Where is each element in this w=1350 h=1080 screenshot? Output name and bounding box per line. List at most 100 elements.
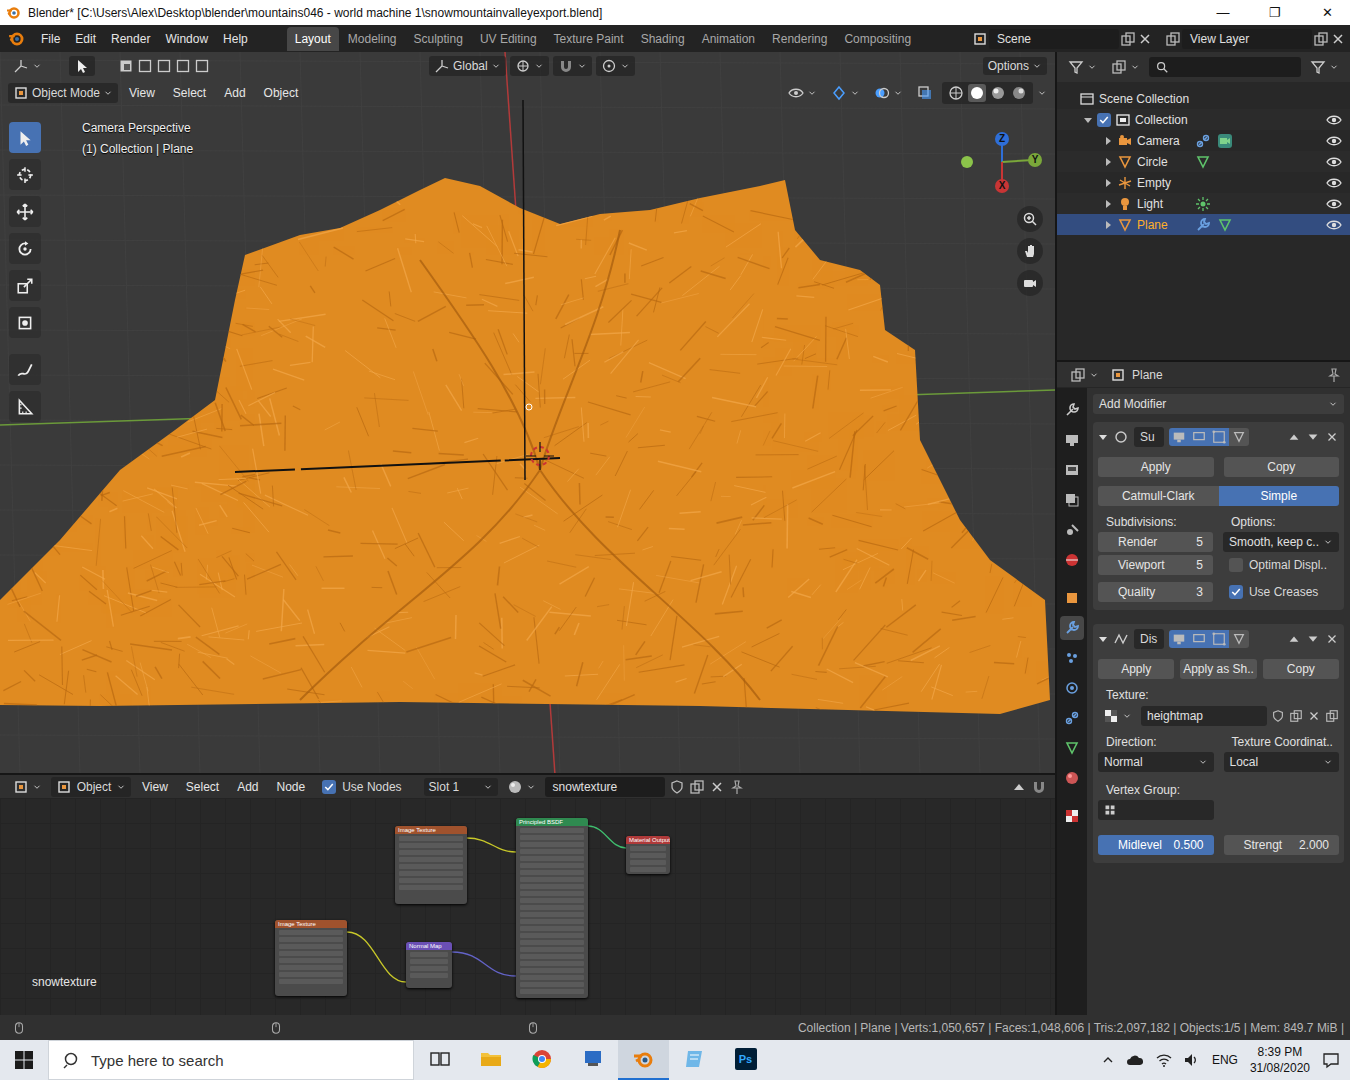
- expand-arrow-icon[interactable]: [1103, 178, 1113, 188]
- properties-tab[interactable]: [1060, 804, 1084, 828]
- toggle-button[interactable]: [1169, 630, 1189, 648]
- properties-tab[interactable]: [1060, 676, 1084, 700]
- shader-node[interactable]: Material Output: [626, 836, 670, 874]
- properties-tab[interactable]: [1060, 616, 1084, 640]
- transform-orientation-dropdown[interactable]: Global: [429, 56, 506, 76]
- display-mode-button[interactable]: [1106, 57, 1145, 77]
- chrome-taskbar-button[interactable]: [516, 1040, 567, 1080]
- outliner-row[interactable]: Circle: [1057, 151, 1350, 172]
- editor-type-button[interactable]: [8, 777, 47, 797]
- proportional-button[interactable]: [596, 56, 635, 76]
- editor-type-button[interactable]: [1065, 365, 1104, 385]
- scene-field[interactable]: Scene: [989, 29, 1119, 49]
- select-tool-button[interactable]: [69, 56, 95, 76]
- start-button[interactable]: [0, 1040, 48, 1080]
- photoshop-taskbar-button[interactable]: Ps: [720, 1040, 771, 1080]
- node-menu[interactable]: View: [135, 777, 175, 797]
- toggle-button[interactable]: [1209, 630, 1229, 648]
- app-taskbar-button[interactable]: [567, 1040, 618, 1080]
- snap-button[interactable]: [553, 56, 592, 76]
- editor-type-button[interactable]: [8, 56, 47, 76]
- workspace-tab[interactable]: Compositing: [836, 27, 919, 51]
- workspace-tab[interactable]: Rendering: [764, 27, 835, 51]
- modifier-name-field[interactable]: Dis: [1134, 629, 1164, 649]
- properties-tab[interactable]: [1060, 736, 1084, 760]
- expand-arrow-icon[interactable]: [1103, 136, 1113, 146]
- properties-tab[interactable]: [1060, 548, 1084, 572]
- collapse-arrow-icon[interactable]: [1098, 634, 1108, 644]
- viewport-menu[interactable]: View: [122, 83, 162, 103]
- checkbox[interactable]: [322, 780, 336, 794]
- taskbar-search[interactable]: Type here to search: [48, 1040, 414, 1080]
- shader-node[interactable]: Image Texture: [275, 920, 347, 996]
- number-field[interactable]: Viewport5: [1098, 555, 1213, 575]
- tool-button[interactable]: [9, 233, 41, 264]
- expand-arrow-icon[interactable]: [1103, 157, 1113, 167]
- workspace-tab[interactable]: Layout: [287, 27, 339, 51]
- camera-button[interactable]: [1017, 270, 1043, 296]
- menu-item[interactable]: Help: [216, 29, 255, 49]
- clock[interactable]: 8:39 PM31/08/2020: [1250, 1044, 1310, 1076]
- visibility-button[interactable]: [783, 83, 822, 103]
- viewport-menu[interactable]: Object: [257, 83, 306, 103]
- properties-tab[interactable]: [1060, 458, 1084, 482]
- tool-button[interactable]: [9, 196, 41, 227]
- properties-tab[interactable]: [1060, 488, 1084, 512]
- collapse-arrow-icon[interactable]: [1098, 432, 1108, 442]
- option-checkbox[interactable]: Use Creases: [1223, 582, 1339, 602]
- node-menu[interactable]: Add: [230, 777, 265, 797]
- task-view-taskbar-button[interactable]: [414, 1040, 465, 1080]
- shading-button[interactable]: [989, 84, 1007, 102]
- properties-tab[interactable]: [1060, 646, 1084, 670]
- subdivision-type-button[interactable]: Catmull-Clark: [1098, 486, 1219, 506]
- xray-button[interactable]: [912, 83, 938, 103]
- toggle-button[interactable]: [1229, 630, 1249, 648]
- subdivision-type-button[interactable]: Simple: [1219, 486, 1340, 506]
- tool-button[interactable]: [9, 122, 41, 153]
- visibility-eye-icon[interactable]: [1326, 112, 1342, 128]
- workspace-tab[interactable]: Animation: [694, 27, 763, 51]
- visibility-eye-icon[interactable]: [1326, 175, 1342, 191]
- expand-arrow-icon[interactable]: [1103, 199, 1113, 209]
- visibility-eye-icon[interactable]: [1326, 154, 1342, 170]
- properties-tab[interactable]: [1060, 706, 1084, 730]
- collection-checkbox[interactable]: [1097, 113, 1111, 127]
- option-checkbox[interactable]: Optimal Displ..: [1223, 555, 1339, 575]
- shader-node[interactable]: Image Texture: [395, 826, 467, 904]
- apply-shape-button[interactable]: Apply as Sh..: [1180, 659, 1256, 679]
- tool-button[interactable]: [9, 354, 41, 385]
- outliner-row[interactable]: Plane: [1057, 214, 1350, 235]
- material-browse[interactable]: [502, 777, 541, 797]
- toggle-button[interactable]: [1169, 428, 1189, 446]
- outliner-row[interactable]: Scene Collection: [1057, 88, 1350, 109]
- properties-tab[interactable]: [1060, 398, 1084, 422]
- toggle-button[interactable]: [1229, 428, 1249, 446]
- number-field[interactable]: Render5: [1098, 532, 1213, 552]
- node-menu[interactable]: Node: [270, 777, 313, 797]
- view-layer-field[interactable]: View Layer: [1182, 29, 1312, 49]
- workspace-tab[interactable]: Texture Paint: [546, 27, 632, 51]
- shader-type-dropdown[interactable]: Object: [51, 777, 131, 797]
- menu-item[interactable]: Render: [104, 29, 157, 49]
- checkbox[interactable]: [1229, 558, 1243, 572]
- outliner-row[interactable]: Empty: [1057, 172, 1350, 193]
- hand-button[interactable]: [1017, 238, 1043, 264]
- workspace-tab[interactable]: Modeling: [340, 27, 405, 51]
- midlevel-field[interactable]: Midlevel0.500: [1098, 835, 1214, 855]
- outliner-row[interactable]: Camera: [1057, 130, 1350, 151]
- viewport-menu[interactable]: Add: [217, 83, 252, 103]
- shader-node[interactable]: Normal Map: [406, 942, 452, 988]
- language-indicator[interactable]: ENG: [1212, 1053, 1238, 1067]
- menu-item[interactable]: File: [34, 29, 67, 49]
- toggle-button[interactable]: [1189, 428, 1209, 446]
- expand-arrow-icon[interactable]: [1083, 115, 1093, 125]
- workspace-tab[interactable]: UV Editing: [472, 27, 545, 51]
- properties-tab[interactable]: [1060, 766, 1084, 790]
- texture-field[interactable]: heightmap: [1141, 706, 1267, 726]
- node-editor[interactable]: ObjectViewSelectAddNodeUse NodesSlot 1sn…: [0, 775, 1055, 1015]
- apply-button[interactable]: Apply: [1098, 457, 1214, 477]
- outliner-row[interactable]: Collection: [1057, 109, 1350, 130]
- node-canvas[interactable]: Image TexturePrincipled BSDFMaterial Out…: [0, 798, 1055, 1015]
- filter-button[interactable]: [1305, 57, 1344, 77]
- workspace-tab[interactable]: Shading: [633, 27, 693, 51]
